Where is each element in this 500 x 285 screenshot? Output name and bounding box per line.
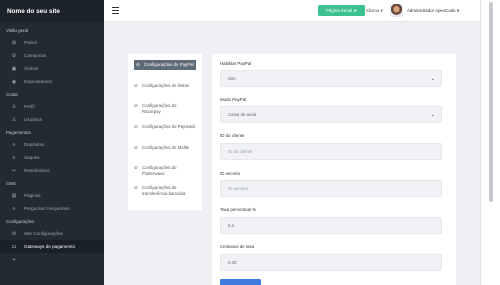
sidebar-item-depositos[interactable]: ≡ Depósitos [0,138,104,151]
paypal-mode-label: Modo PayPal [220,97,247,102]
refund-icon: ↩ [11,167,17,174]
pages-icon: ▤ [11,192,17,199]
sidebar-section-title: CMS [6,181,16,186]
send-icon: ➤ [353,7,358,13]
site-name[interactable]: Nome do seu site [0,0,104,22]
sidebar-item-perfil[interactable]: ♙ Perfil [0,100,104,113]
sidebar-item-saques[interactable]: ≡ Saques [0,151,104,164]
home-page-button[interactable]: Página Inicial ➤ [318,5,365,16]
sidebar-item-espectadores[interactable]: ◉ Espectadores [0,75,104,88]
check-circle-icon: ⊘ [134,145,138,150]
chevron-down-icon: ▾ [380,8,383,13]
grid-icon: ⊞ [11,39,17,46]
sidebar-item-gateways[interactable]: ▭ Gateways de pagamento [0,240,104,253]
sidebar-section-title: Pagamentos [6,130,31,135]
sidebar-item-extra[interactable]: ⌖ [0,253,104,266]
tab-paypal[interactable]: ⊘ Configurações do PayPal [134,60,196,70]
sidebar-item-usuarios[interactable]: ♙ Usuários [0,113,104,126]
tab-bank-transfer[interactable]: ⊘ Configurações de transferência bancária [134,185,196,197]
video-icon: ▣ [11,65,17,72]
page-scrollbar[interactable] [480,0,500,285]
menu-toggle-icon[interactable] [112,7,119,14]
tab-paystack[interactable]: ⊘ Configurações do Paystack [134,124,196,130]
check-circle-icon: ⊘ [134,124,138,129]
fee-cents-input[interactable]: 0.30 [220,254,442,271]
sidebar-section-title: Conta [6,92,18,97]
fee-cents-label: Centavos de taxa [220,244,255,249]
gear-icon: ⚙ [11,230,17,237]
enable-paypal-select[interactable]: Sim ⌄ [220,70,442,87]
chevron-down-icon: ⌄ [430,112,435,118]
avatar[interactable] [390,4,403,17]
chevron-down-icon: ⌄ [430,76,435,82]
tab-razorpay[interactable]: ⊘ Configurações do Razorpay [134,103,196,115]
user-icon: ♙ [11,103,17,110]
save-button[interactable] [220,279,261,285]
tab-stripe[interactable]: ⊘ Configurações de listras [134,83,196,89]
sidebar-item-site-configuracoes[interactable]: ⚙ Site Configurações [0,227,104,240]
eye-icon: ◉ [11,78,17,85]
client-id-input[interactable]: ID do cliente [220,143,442,160]
tab-mollie[interactable]: ⊘ Configurações de Mollie [134,145,196,151]
fee-percent-label: Taxa percentual % [220,207,257,212]
deposits-icon: ≡ [12,141,16,148]
sidebar-item-reembolsos[interactable]: ↩ Reembolsos [0,164,104,177]
language-dropdown[interactable]: Idioma ▾ [366,8,383,14]
users-icon: ♙ [11,116,17,123]
topbar: Página Inicial ➤ Idioma ▾ Administrador … [104,0,480,22]
enable-paypal-label: Habilitar PayPal [220,61,252,66]
sidebar-item-painel[interactable]: ⊞ Painel [0,36,104,49]
sidebar-item-paginas[interactable]: ▤ Páginas [0,189,104,202]
check-circle-icon: ⊘ [134,83,138,88]
categories-icon: ⚙ [11,52,17,59]
faq-icon: ≡ [12,205,16,212]
payment-gateway-icon: ▭ [11,243,17,250]
sidebar-section-title: Visão geral [6,28,28,33]
sidebar-item-videos[interactable]: ▣ Vídeos [0,62,104,75]
sidebar: Nome do seu site Visão geral ⊞ Painel ⚙ Ca… [0,0,104,285]
check-circle-icon: ⊘ [134,165,138,170]
paypal-settings-form: Habilitar PayPal Sim ⌄ Modo PayPal Caixa … [212,54,456,285]
payment-settings-tabs: ⊘ Configurações do PayPal ⊘ Configurações … [128,54,202,210]
withdraw-icon: ≡ [12,154,16,161]
secret-id-input[interactable]: ID secreto [220,180,442,197]
chevron-down-icon: ▾ [456,8,460,13]
tab-flutterwave[interactable]: ⊘ Configurações do Flutterwave [134,165,196,177]
paypal-mode-select[interactable]: Caixa de areia ⌄ [220,106,442,123]
check-circle-icon: ⊘ [134,103,138,108]
sidebar-item-categorias[interactable]: ⚙ Categorias [0,49,104,62]
crosshair-icon: ⌖ [12,256,16,263]
sidebar-section-title: Configurações [6,219,35,224]
client-id-label: ID do cliente [220,133,245,138]
check-circle-icon: ⊘ [136,62,140,67]
secret-id-label: ID secreto [220,171,241,176]
scrollbar-thumb[interactable] [489,2,493,202]
check-circle-icon: ⊘ [134,185,138,190]
user-menu[interactable]: Administrador ApexCode ▾ [407,8,459,14]
sidebar-item-faq[interactable]: ≡ Perguntas Frequentes [0,202,104,215]
fee-percent-input[interactable]: 5.4 [220,217,442,234]
